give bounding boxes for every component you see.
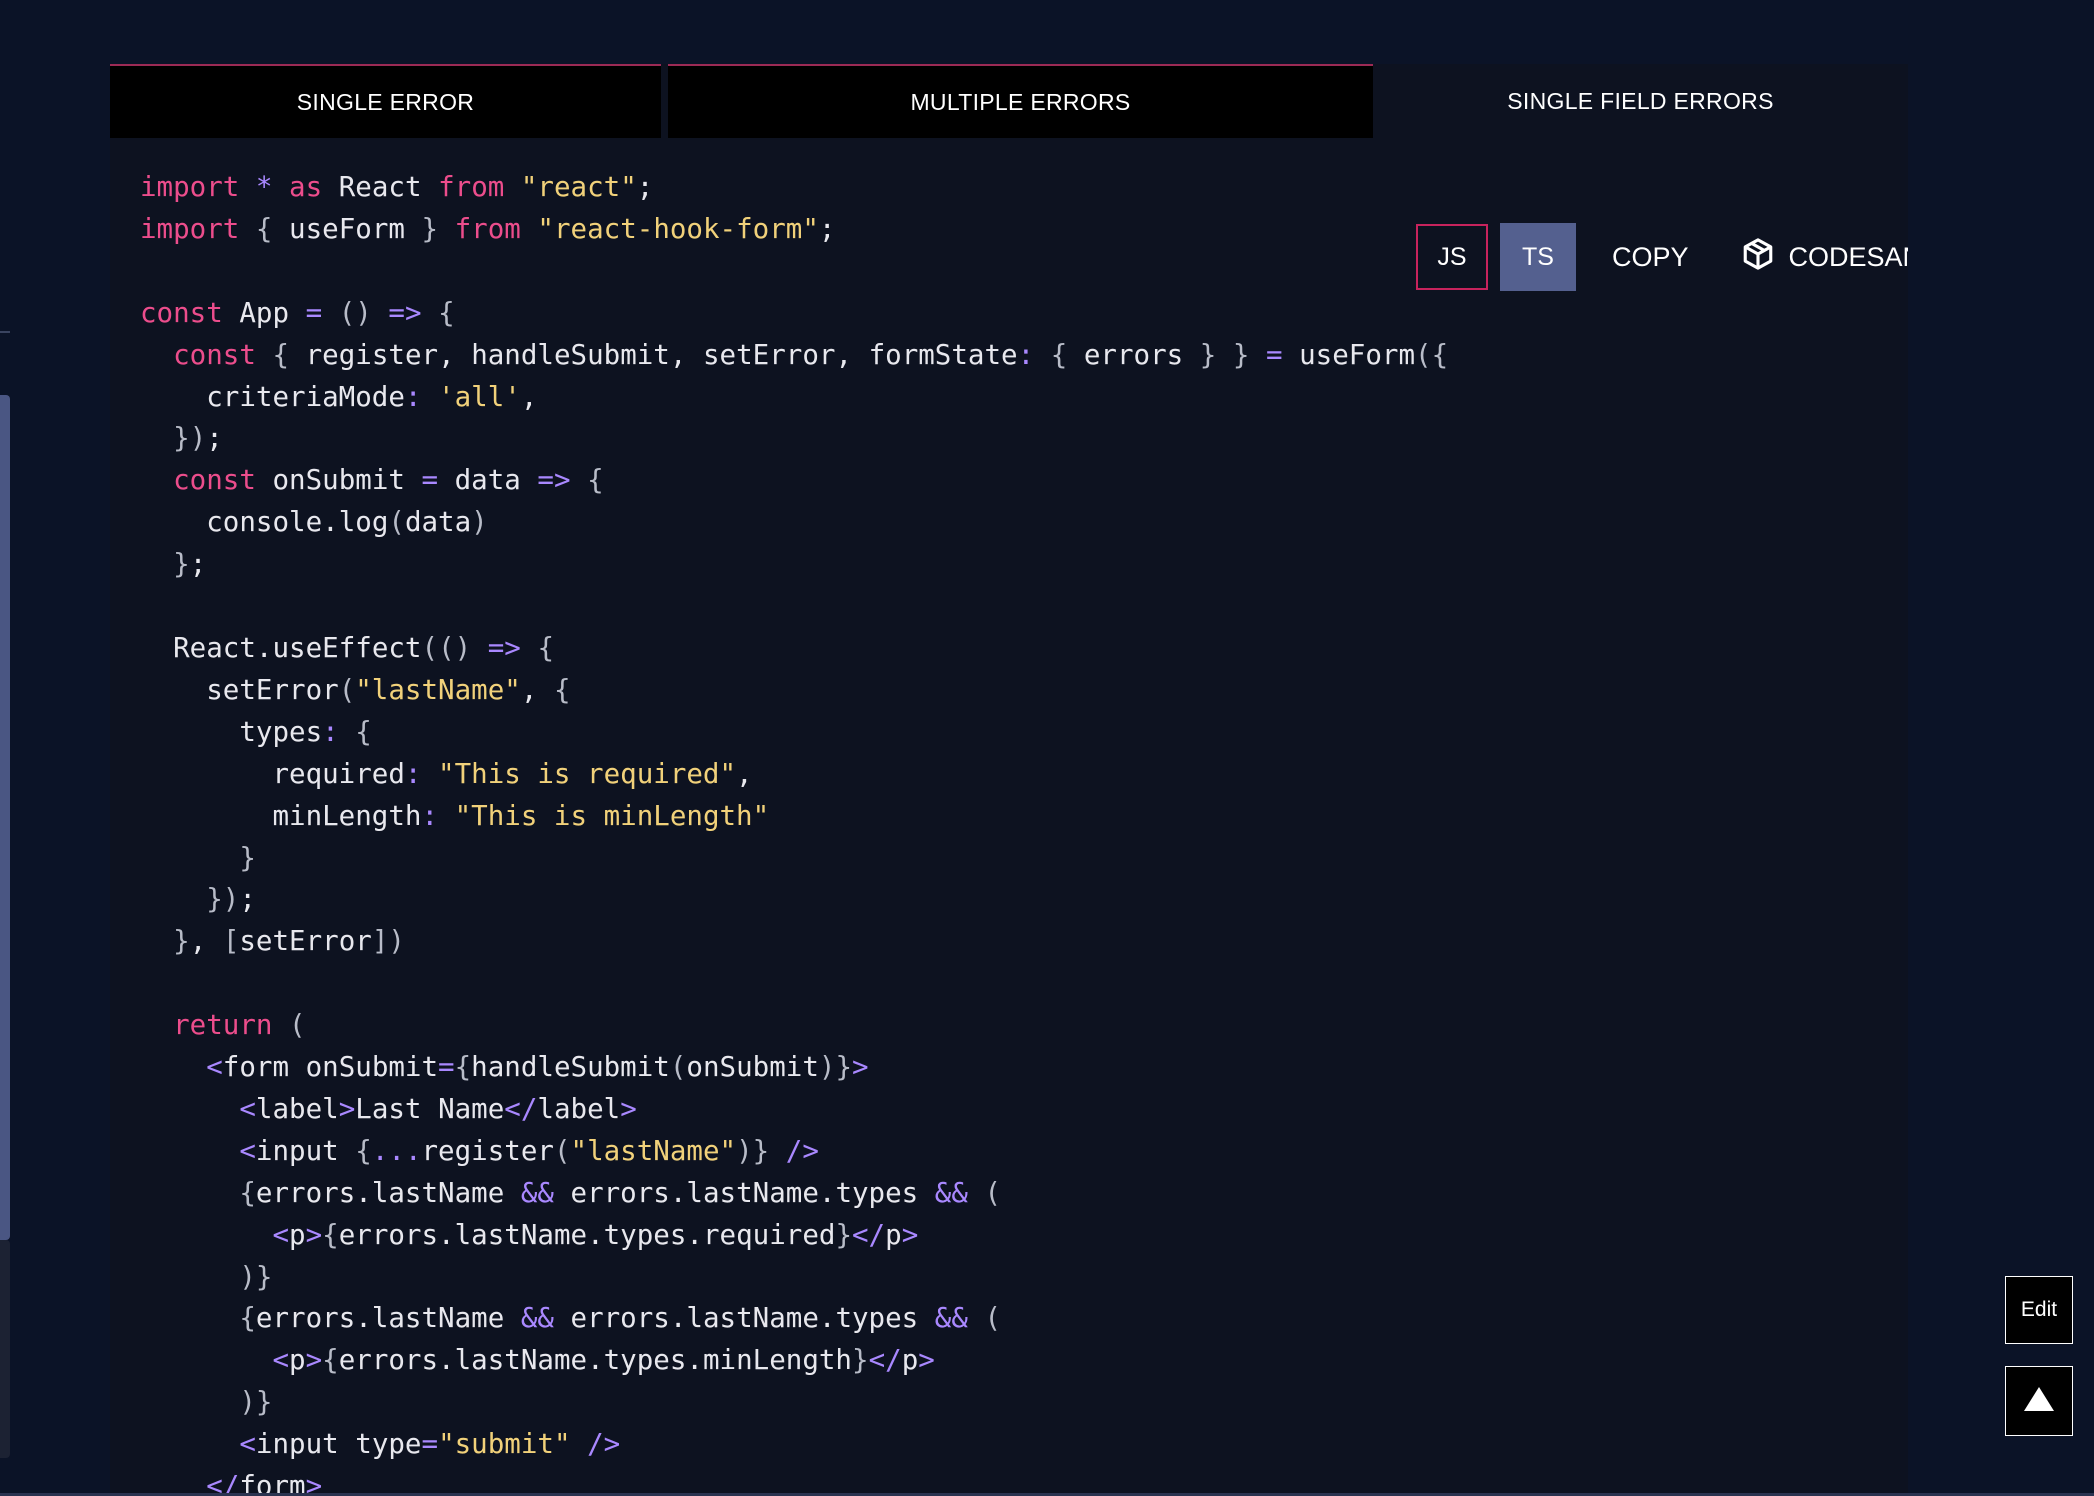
code-line: <p>{errors.lastName.types.minLength}</p> [272, 1344, 935, 1377]
tab-single-error[interactable]: SINGLE ERROR [110, 64, 661, 138]
code-line: const onSubmit = data => { [173, 464, 604, 497]
code-line: )} [239, 1386, 273, 1419]
code-line: criteriaMode: 'all', [206, 380, 538, 413]
copy-button[interactable]: COPY [1612, 242, 1689, 273]
ts-toggle-button[interactable]: TS [1500, 223, 1576, 291]
code-line: return ( [173, 1009, 306, 1042]
edit-button[interactable]: Edit [2005, 1276, 2073, 1344]
codesandbox-label: CODESANDBOX [1788, 241, 1908, 272]
code-line: const { register, handleSubmit, setError… [173, 338, 1449, 371]
code-line: const App = () => { [140, 296, 455, 329]
codesandbox-button[interactable]: CODESANDBOX [1741, 236, 1908, 279]
code-line: }; [173, 548, 207, 581]
code-line: <p>{errors.lastName.types.required}</p> [272, 1218, 919, 1251]
codesandbox-cube-icon [1741, 236, 1775, 279]
code-line: {errors.lastName && errors.lastName.type… [239, 1176, 1002, 1209]
code-line: <input {...register("lastName")} /> [239, 1134, 819, 1167]
code-block: import * as React from "react"; import {… [140, 167, 1448, 1496]
code-line: import * as React from "react"; [140, 171, 654, 203]
code-line: minLength: "This is minLength" [272, 799, 770, 832]
js-toggle-button[interactable]: JS [1416, 224, 1488, 290]
code-line: } [239, 841, 256, 874]
code-line: {errors.lastName && errors.lastName.type… [239, 1302, 1002, 1335]
sidebar-edge-mark [0, 331, 10, 333]
tab-multiple-errors[interactable]: MULTIPLE ERRORS [668, 64, 1373, 138]
code-line: }); [206, 883, 256, 916]
code-line: React.useEffect(() => { [173, 631, 554, 664]
code-line: console.log(data) [206, 506, 488, 539]
scroll-top-button[interactable] [2005, 1366, 2073, 1436]
code-line: types: { [239, 715, 372, 748]
code-line: }, [setError]) [173, 925, 405, 958]
sidebar-scroll-track [0, 1240, 10, 1458]
code-line: import { useForm } from "react-hook-form… [140, 212, 836, 245]
code-line: required: "This is required", [272, 757, 753, 790]
example-tabs: SINGLE ERROR MULTIPLE ERRORS SINGLE FIEL… [110, 64, 1908, 138]
code-line: setError("lastName", { [206, 673, 571, 706]
code-line: <input type="submit" /> [239, 1428, 621, 1461]
sidebar-scroll-thumb[interactable] [0, 395, 10, 1240]
tab-single-field-errors[interactable]: SINGLE FIELD ERRORS [1373, 64, 1908, 138]
code-toolbar: JS TS COPY CODESANDBOX [1416, 223, 1908, 291]
code-example-panel: SINGLE ERROR MULTIPLE ERRORS SINGLE FIEL… [110, 64, 1908, 1496]
code-line: }); [173, 422, 223, 455]
code-line: )} [239, 1260, 273, 1293]
code-line: <form onSubmit={handleSubmit(onSubmit)}> [206, 1051, 869, 1084]
arrow-up-icon [2023, 1386, 2055, 1417]
code-line: <label>Last Name</label> [239, 1092, 637, 1125]
